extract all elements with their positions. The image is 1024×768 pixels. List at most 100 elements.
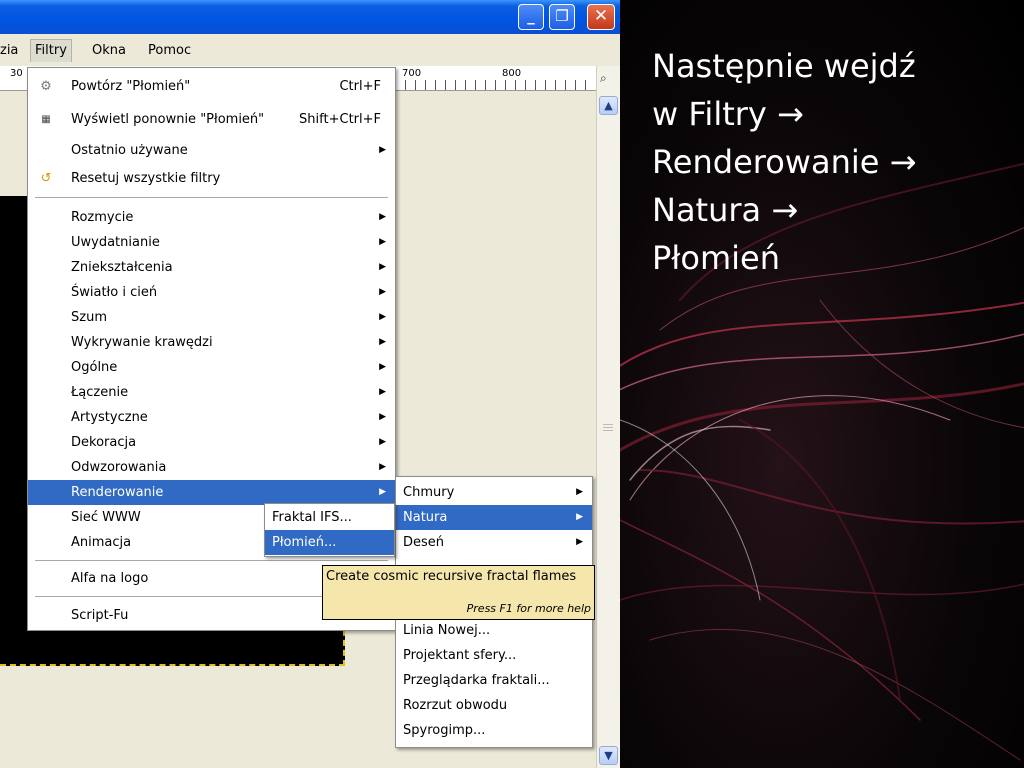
slide-text-line: Następnie wejdź <box>652 47 916 85</box>
menu-item-repeat[interactable]: ⚙ Powtórz "Płomień" Ctrl+F <box>28 74 395 99</box>
menu-item-artystyczne[interactable]: Artystyczne ▶ <box>28 405 395 430</box>
reshow-filter-icon: ▦ <box>41 114 51 125</box>
slide-instructions: Następnie wejdź w Filtry → Renderowanie … <box>652 42 1012 282</box>
slide-text-line: Renderowanie → <box>652 143 917 181</box>
menu-item-plomien[interactable]: Płomień... <box>265 530 394 555</box>
submenu-arrow-icon: ▶ <box>379 362 386 372</box>
submenu-arrow-icon: ▶ <box>379 437 386 447</box>
menu-item-label: Uwydatnianie <box>71 235 160 250</box>
tooltip-text: Create cosmic recursive fractal flames <box>326 569 577 584</box>
menu-item-fraktal-ifs[interactable]: Fraktal IFS... <box>265 505 394 530</box>
reset-filters-icon: ↺ <box>40 171 52 186</box>
menu-item-label: Światło i cień <box>71 285 158 300</box>
scroll-down-arrow[interactable]: ▼ <box>599 746 618 765</box>
submenu-arrow-icon: ▶ <box>379 312 386 322</box>
menu-item-label: Przeglądarka fraktali... <box>403 673 550 688</box>
menu-item-label: Deseń <box>403 535 445 550</box>
menu-item-reshow[interactable]: ▦ Wyświetl ponownie "Płomień" Shift+Ctrl… <box>28 107 395 132</box>
menu-separator <box>35 560 388 561</box>
menu-item-label: Ogólne <box>71 360 118 375</box>
menu-item-label: Sieć WWW <box>71 510 141 525</box>
menu-item-label: Alfa na logo <box>71 571 149 586</box>
menu-item-przegladarka-fraktali[interactable]: Przeglądarka fraktali... <box>396 668 592 693</box>
submenu-arrow-icon: ▶ <box>379 262 386 272</box>
submenu-arrow-icon: ▶ <box>379 337 386 347</box>
menu-item-label: Dekoracja <box>71 435 137 450</box>
menu-item-label: Script-Fu <box>71 608 129 623</box>
menu-item-label: Linia Nowej... <box>403 623 491 638</box>
minimize-button[interactable]: _ <box>518 4 544 30</box>
ruler-label: 700 <box>402 68 422 79</box>
menu-item-label: Zniekształcenia <box>71 260 173 275</box>
ruler-label: 30 <box>10 68 23 79</box>
menu-item-reset[interactable]: ↺ Resetuj wszystkie filtry <box>28 166 395 191</box>
vertical-scrollbar[interactable]: ⌕ ▲ ▼ <box>596 66 620 768</box>
submenu-arrow-icon: ▶ <box>379 487 386 497</box>
menu-item-label: Łączenie <box>71 385 129 400</box>
natura-submenu: Fraktal IFS... Płomień... <box>264 503 395 557</box>
menu-item-znieksztalcenia[interactable]: Zniekształcenia ▶ <box>28 255 395 280</box>
menu-item-rozrzut-obwodu[interactable]: Rozrzut obwodu <box>396 693 592 718</box>
menu-zia[interactable]: zia <box>0 40 22 62</box>
shortcut-label: Shift+Ctrl+F <box>299 112 381 127</box>
menu-item-label: Powtórz "Płomień" <box>71 79 191 94</box>
menu-pomoc[interactable]: Pomoc <box>144 40 195 62</box>
menu-item-spyrogimp[interactable]: Spyrogimp... <box>396 718 592 743</box>
menu-item-ogolne[interactable]: Ogólne ▶ <box>28 355 395 380</box>
submenu-arrow-icon: ▶ <box>379 212 386 222</box>
menu-item-label: Projektant sfery... <box>403 648 517 663</box>
repeat-filter-icon: ⚙ <box>40 79 52 94</box>
menu-item-rozmycie[interactable]: Rozmycie ▶ <box>28 205 395 230</box>
slide-text-line: Natura → <box>652 191 799 229</box>
menu-item-szum[interactable]: Szum ▶ <box>28 305 395 330</box>
menu-item-desen[interactable]: Deseń ▶ <box>396 530 592 555</box>
menu-item-label: Fraktal IFS... <box>272 510 352 525</box>
menu-separator <box>35 197 388 198</box>
menu-item-wykrywanie-krawedzi[interactable]: Wykrywanie krawędzi ▶ <box>28 330 395 355</box>
menu-okna[interactable]: Okna <box>88 40 130 62</box>
menu-item-label: Artystyczne <box>71 410 148 425</box>
scroll-up-arrow[interactable]: ▲ <box>599 96 618 115</box>
menu-item-label: Wykrywanie krawędzi <box>71 335 213 350</box>
tooltip-help-text: Press F1 for more help <box>466 602 591 615</box>
submenu-arrow-icon: ▶ <box>379 412 386 422</box>
slide-text-line: w Filtry → <box>652 95 804 133</box>
shortcut-label: Ctrl+F <box>339 79 381 94</box>
menu-item-label: Rozrzut obwodu <box>403 698 508 713</box>
menu-item-swiatlo-i-cien[interactable]: Światło i cień ▶ <box>28 280 395 305</box>
menu-item-odwzorowania[interactable]: Odwzorowania ▶ <box>28 455 395 480</box>
menu-item-projektant-sfery[interactable]: Projektant sfery... <box>396 643 592 668</box>
zoom-icon[interactable]: ⌕ <box>600 71 607 86</box>
menu-item-label: Natura <box>403 510 448 525</box>
menu-item-label: Chmury <box>403 485 455 500</box>
menu-item-renderowanie[interactable]: Renderowanie ▶ <box>28 480 395 505</box>
menu-item-label: Spyrogimp... <box>403 723 486 738</box>
submenu-arrow-icon: ▶ <box>379 287 386 297</box>
menu-item-label: Ostatnio używane <box>71 143 188 158</box>
tooltip: Create cosmic recursive fractal flames P… <box>322 565 595 620</box>
menu-filtry[interactable]: Filtry <box>30 39 72 62</box>
menu-item-dekoracja[interactable]: Dekoracja ▶ <box>28 430 395 455</box>
close-button[interactable]: ✕ <box>587 4 615 30</box>
menu-item-label: Szum <box>71 310 107 325</box>
menu-item-uwydatnianie[interactable]: Uwydatnianie ▶ <box>28 230 395 255</box>
menu-item-label: Odwzorowania <box>71 460 167 475</box>
menu-item-label: Renderowanie <box>71 485 164 500</box>
menu-item-natura[interactable]: Natura ▶ <box>396 505 592 530</box>
slide-text-line: Płomień <box>652 239 780 277</box>
ruler-label: 800 <box>502 68 522 79</box>
menu-item-label: Animacja <box>71 535 132 550</box>
slide-panel: Następnie wejdź w Filtry → Renderowanie … <box>620 0 1024 768</box>
menu-item-chmury[interactable]: Chmury ▶ <box>396 480 592 505</box>
menu-item-label: Rozmycie <box>71 210 134 225</box>
submenu-arrow-icon: ▶ <box>379 237 386 247</box>
menu-item-linia-nowej[interactable]: Linia Nowej... <box>396 618 592 643</box>
menu-item-recent[interactable]: Ostatnio używane ▶ <box>28 138 395 163</box>
submenu-arrow-icon: ▶ <box>576 512 583 522</box>
submenu-arrow-icon: ▶ <box>576 487 583 497</box>
menu-item-laczenie[interactable]: Łączenie ▶ <box>28 380 395 405</box>
scroll-grip[interactable] <box>603 424 613 432</box>
maximize-button[interactable]: ❐ <box>549 4 575 30</box>
menu-bar: zia Filtry Okna Pomoc <box>0 36 620 66</box>
title-bar[interactable]: _ ❐ ✕ <box>0 0 620 34</box>
